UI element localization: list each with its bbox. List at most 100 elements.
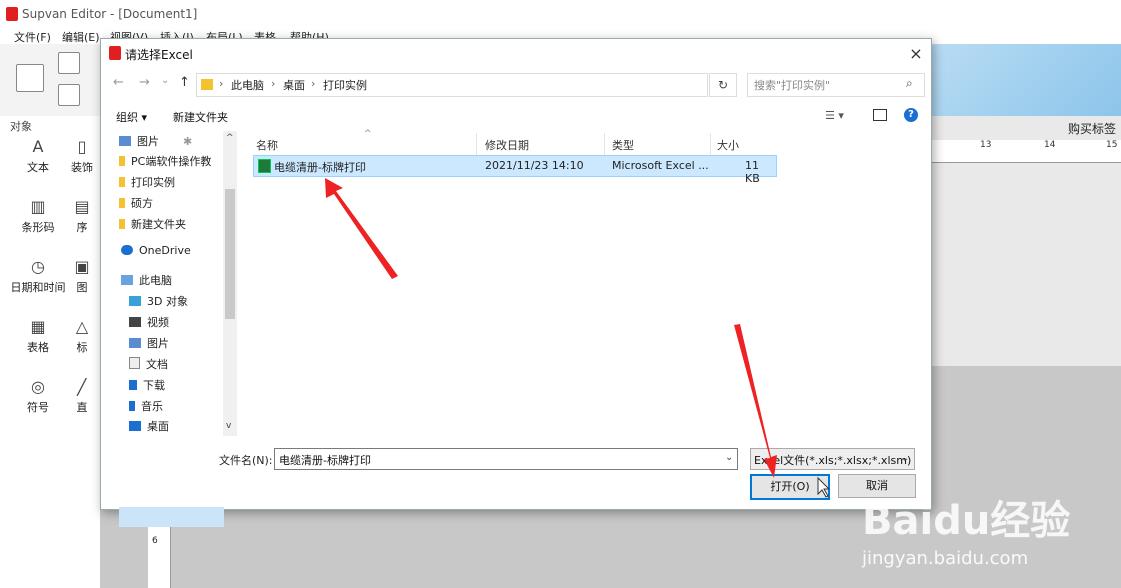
folder-icon <box>119 156 125 166</box>
recent-chevron-icon[interactable]: ⌄ <box>161 75 169 86</box>
filename-input[interactable]: 电缆清册-标牌打印 ⌄ <box>274 448 738 470</box>
close-icon[interactable]: × <box>905 43 927 65</box>
video-icon <box>129 317 141 327</box>
file-list: 名称 ^ 修改日期 类型 大小 电缆清册-标牌打印 2021/11/23 14:… <box>246 129 931 436</box>
tool-shape[interactable]: △ 标 <box>64 318 100 355</box>
column-date[interactable]: 修改日期 <box>485 137 529 153</box>
folder-icon <box>201 79 213 90</box>
ribbon-tool-icon[interactable] <box>58 52 80 74</box>
excel-file-icon <box>258 159 271 173</box>
organize-button[interactable]: 组织 ▾ <box>116 109 147 125</box>
download-icon <box>129 380 137 390</box>
tool-decor-label: 装饰 <box>71 161 93 174</box>
file-type-filter[interactable]: Excel文件(*.xls;*.xlsx;*.xlsm) ⌄ <box>750 448 915 470</box>
breadcrumb-print-examples[interactable]: 打印实例 <box>323 77 367 93</box>
tool-datetime[interactable]: ◷ 日期和时间 <box>8 258 68 295</box>
tool-line[interactable]: ╱ 直 <box>64 378 100 415</box>
up-icon[interactable]: ↑ <box>179 75 190 90</box>
tool-symbol-label: 符号 <box>27 401 49 414</box>
nav-item-desktop[interactable]: 桌面 <box>129 418 169 438</box>
chevron-down-icon: ⌄ <box>901 453 910 464</box>
cloud-icon <box>121 245 133 255</box>
nav-item-pc-tutorial[interactable]: PC端软件操作教 <box>119 153 211 173</box>
file-type: Microsoft Excel ... <box>612 159 709 172</box>
tool-table[interactable]: ▦ 表格 <box>8 318 68 355</box>
ruler-tick: 14 <box>1044 140 1056 150</box>
tool-symbol[interactable]: ◎ 符号 <box>8 378 68 415</box>
refresh-icon[interactable]: ↻ <box>709 73 737 97</box>
ribbon-banner <box>930 44 1121 116</box>
breadcrumb-this-pc[interactable]: 此电脑 <box>231 77 264 93</box>
forward-icon[interactable]: → <box>139 75 150 90</box>
back-icon[interactable]: ← <box>113 75 124 90</box>
new-folder-button[interactable]: 新建文件夹 <box>173 109 228 125</box>
computer-icon <box>121 275 133 285</box>
menu-edit[interactable]: 编辑(E) <box>62 29 100 45</box>
tool-shape-label: 标 <box>76 341 88 354</box>
tool-text-label: 文本 <box>27 161 49 174</box>
nav-item-label: 视频 <box>147 316 169 329</box>
tool-decor[interactable]: ▯ 装饰 <box>64 138 100 175</box>
file-row[interactable]: 电缆清册-标牌打印 2021/11/23 14:10 Microsoft Exc… <box>253 155 777 185</box>
nav-scrollbar[interactable]: ^ v <box>223 131 237 436</box>
barcode-icon: ▥ <box>30 197 46 216</box>
nav-item-label: 下载 <box>143 379 165 392</box>
column-name[interactable]: 名称 <box>256 137 278 153</box>
text-icon: A <box>32 137 44 156</box>
nav-item-new-folder[interactable]: 新建文件夹 <box>119 216 186 236</box>
nav-item-downloads[interactable]: 下载 <box>129 377 165 397</box>
column-type[interactable]: 类型 <box>612 137 634 153</box>
save-icon[interactable] <box>58 84 80 106</box>
nav-item-3d-objects[interactable]: 3D 对象 <box>129 293 188 313</box>
preview-pane-icon[interactable] <box>873 109 887 121</box>
nav-item-music[interactable]: 音乐 <box>129 398 163 418</box>
table-icon: ▦ <box>30 317 46 336</box>
tool-serial[interactable]: ▤ 序 <box>64 198 100 235</box>
nav-item-pictures[interactable]: 图片 <box>129 335 169 355</box>
help-icon[interactable]: ? <box>904 108 918 122</box>
print-icon[interactable] <box>16 64 44 92</box>
nav-item-pictures-quick[interactable]: 图片 ✱ <box>119 133 192 153</box>
column-divider[interactable] <box>604 133 605 155</box>
open-button[interactable]: 打开(O) <box>750 474 830 500</box>
scroll-down-icon[interactable]: v <box>226 421 231 431</box>
scroll-up-icon[interactable]: ^ <box>226 133 234 143</box>
buy-label-link[interactable]: 购买标签 <box>1068 120 1116 137</box>
tool-text[interactable]: A 文本 <box>8 138 68 175</box>
nav-item-onedrive[interactable]: OneDrive <box>121 244 191 264</box>
tool-barcode-label: 条形码 <box>21 221 55 234</box>
nav-item-this-pc[interactable]: 此电脑 <box>121 272 172 292</box>
filter-value: Excel文件(*.xls;*.xlsx;*.xlsm) <box>754 454 912 467</box>
nav-item-label: 3D 对象 <box>147 295 188 308</box>
breadcrumb-desktop[interactable]: 桌面 <box>283 77 305 93</box>
tool-image-label: 图 <box>76 281 88 294</box>
image-icon: ▣ <box>74 258 90 276</box>
dialog-footer: 文件名(N): 电缆清册-标牌打印 ⌄ Excel文件(*.xls;*.xlsx… <box>101 444 931 509</box>
object-panel-header: 对象 <box>10 120 32 133</box>
address-bar[interactable]: › 此电脑 › 桌面 › 打印实例 ⌄ <box>196 73 794 97</box>
nav-item-label: 硕方 <box>131 197 153 210</box>
column-size[interactable]: 大小 <box>717 137 739 153</box>
column-divider[interactable] <box>476 133 477 155</box>
tool-image[interactable]: ▣ 图 <box>64 258 100 295</box>
search-input[interactable]: 搜索"打印实例" ⌕ <box>747 73 925 97</box>
tool-datetime-label: 日期和时间 <box>10 281 66 294</box>
app-title: Supvan Editor - [Document1] <box>22 7 198 21</box>
nav-item-supvan[interactable]: 硕方 <box>119 195 153 215</box>
nav-scroll-thumb[interactable] <box>225 189 235 319</box>
nav-item-print-examples[interactable]: 打印实例 <box>119 174 175 194</box>
menu-file[interactable]: 文件(F) <box>14 29 51 45</box>
tool-table-label: 表格 <box>27 341 49 354</box>
filename-label: 文件名(N): <box>219 454 273 467</box>
nav-item-videos[interactable]: 视频 <box>129 314 169 334</box>
chevron-down-icon[interactable]: ⌄ <box>725 452 733 463</box>
tool-barcode[interactable]: ▥ 条形码 <box>8 198 68 235</box>
clock-icon: ◷ <box>31 257 45 276</box>
view-options-icon[interactable]: ☰ ▾ <box>825 109 844 122</box>
nav-item-documents[interactable]: 文档 <box>129 356 168 376</box>
pin-icon: ✱ <box>183 135 193 148</box>
nav-item-label: 打印实例 <box>131 176 175 189</box>
column-divider[interactable] <box>710 133 711 155</box>
nav-item-label: 音乐 <box>141 400 163 413</box>
serial-icon: ▤ <box>74 198 90 216</box>
